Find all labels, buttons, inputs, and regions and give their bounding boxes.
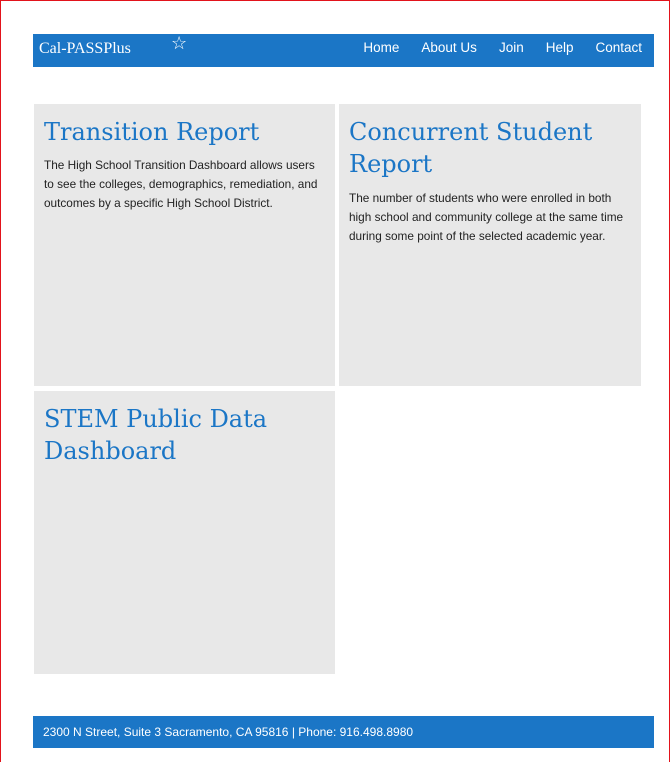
star-icon: ☆ [171, 33, 188, 53]
footer-contact-text: 2300 N Street, Suite 3 Sacramento, CA 95… [43, 725, 414, 739]
tile-stem-public-data-dashboard[interactable]: STEM Public Data Dashboard [34, 391, 335, 674]
nav-item-home[interactable]: Home [363, 40, 399, 55]
nav-item-about-us[interactable]: About Us [421, 40, 477, 55]
tile-transition-report[interactable]: Transition Report The High School Transi… [34, 104, 335, 386]
nav-item-contact[interactable]: Contact [595, 40, 642, 55]
tile-title[interactable]: STEM Public Data Dashboard [44, 403, 325, 468]
tile-description: The number of students who were enrolled… [349, 190, 624, 243]
tile-description: The High School Transition Dashboard all… [44, 158, 318, 211]
logo-text[interactable]: Cal-PASSPlus [39, 40, 131, 57]
site-footer: 2300 N Street, Suite 3 Sacramento, CA 95… [33, 716, 654, 748]
tile-title[interactable]: Transition Report [44, 116, 325, 148]
tile-concurrent-student-report[interactable]: Concurrent Student Report The number of … [339, 104, 641, 386]
nav-item-help[interactable]: Help [546, 40, 574, 55]
site-header: Cal-PASSPlus ☆ Home About Us Join Help C… [33, 34, 654, 67]
nav-item-join[interactable]: Join [499, 40, 524, 55]
main-nav: Home About Us Join Help Contact [341, 40, 642, 55]
tile-title[interactable]: Concurrent Student Report [349, 116, 631, 181]
logo[interactable]: Cal-PASSPlus ☆ [39, 34, 187, 58]
